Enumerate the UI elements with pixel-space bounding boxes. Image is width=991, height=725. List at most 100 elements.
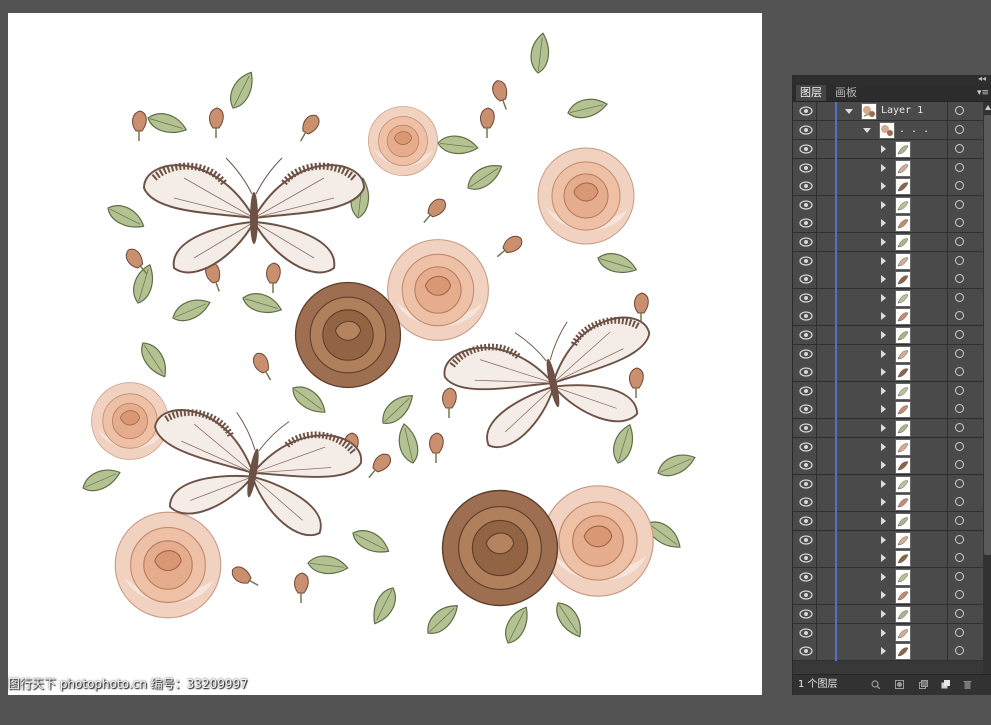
- target-circle-icon[interactable]: [955, 292, 964, 302]
- target-circle-icon[interactable]: [955, 478, 964, 488]
- target-circle-icon[interactable]: [955, 330, 964, 339]
- expand-arrow-icon[interactable]: [881, 312, 886, 321]
- expand-arrow-icon[interactable]: [881, 145, 886, 153]
- target-circle-icon[interactable]: [955, 199, 964, 209]
- lock-toggle[interactable]: [816, 437, 836, 456]
- expand-arrow-icon[interactable]: [881, 424, 886, 432]
- sublayer-row[interactable]: [793, 233, 983, 252]
- lock-toggle[interactable]: [816, 233, 836, 251]
- eye-icon[interactable]: [799, 366, 813, 378]
- target-circle-icon[interactable]: [955, 571, 964, 581]
- tab-layers[interactable]: 图层: [796, 85, 826, 101]
- sublayer-row[interactable]: [793, 605, 983, 624]
- eye-icon[interactable]: [799, 162, 813, 174]
- lock-toggle[interactable]: [816, 214, 836, 233]
- eye-icon[interactable]: [799, 441, 813, 453]
- double-chevron-icon[interactable]: ◂◂: [978, 74, 986, 83]
- sublayer-row[interactable]: [793, 623, 983, 643]
- sublayer-row[interactable]: [793, 437, 983, 457]
- sublayer-row[interactable]: [793, 177, 983, 197]
- target-circle-icon[interactable]: [955, 218, 964, 228]
- eye-icon[interactable]: [799, 645, 813, 657]
- lock-toggle[interactable]: [816, 121, 836, 139]
- target-circle-icon[interactable]: [955, 441, 964, 451]
- lock-toggle[interactable]: [816, 158, 836, 177]
- lock-toggle[interactable]: [816, 363, 836, 382]
- expand-arrow-icon[interactable]: [881, 256, 886, 265]
- expand-arrow-icon[interactable]: [881, 517, 886, 525]
- lock-toggle[interactable]: [816, 381, 836, 400]
- eye-icon[interactable]: [799, 552, 813, 564]
- eye-icon[interactable]: [799, 627, 813, 639]
- lock-toggle[interactable]: [816, 251, 836, 270]
- target-circle-icon[interactable]: [955, 144, 964, 153]
- sublayer-row[interactable]: [793, 474, 983, 494]
- target-circle-icon[interactable]: [955, 497, 964, 507]
- target-circle-icon[interactable]: [955, 311, 964, 321]
- lock-toggle[interactable]: [816, 605, 836, 623]
- target-circle-icon[interactable]: [955, 125, 964, 134]
- layer-name[interactable]: Layer 1: [881, 102, 923, 120]
- target-circle-icon[interactable]: [955, 367, 964, 377]
- target-circle-icon[interactable]: [955, 348, 964, 358]
- lock-toggle[interactable]: [816, 456, 836, 475]
- target-circle-icon[interactable]: [955, 423, 964, 432]
- target-circle-icon[interactable]: [955, 516, 964, 525]
- eye-icon[interactable]: [799, 217, 813, 229]
- lock-toggle[interactable]: [816, 140, 836, 158]
- eye-icon[interactable]: [799, 180, 813, 192]
- expand-arrow-icon[interactable]: [881, 238, 886, 246]
- group-name[interactable]: . . .: [899, 121, 929, 139]
- sublayer-row[interactable]: [793, 567, 983, 587]
- eye-icon[interactable]: [799, 608, 813, 620]
- sublayer-row[interactable]: [793, 363, 983, 383]
- lock-toggle[interactable]: [816, 288, 836, 307]
- expand-arrow-icon[interactable]: [881, 182, 886, 191]
- group-row[interactable]: . . .: [793, 121, 983, 140]
- panel-titlebar[interactable]: ◂◂: [793, 74, 991, 85]
- sublayer-row[interactable]: [793, 344, 983, 364]
- target-circle-icon[interactable]: [955, 181, 964, 191]
- sublayer-row[interactable]: [793, 288, 983, 308]
- expand-arrow-icon[interactable]: [881, 461, 886, 470]
- eye-icon[interactable]: [799, 199, 813, 211]
- eye-icon[interactable]: [799, 310, 813, 322]
- lock-toggle[interactable]: [816, 512, 836, 530]
- eye-icon[interactable]: [799, 496, 813, 508]
- eye-icon[interactable]: [799, 255, 813, 267]
- lock-toggle[interactable]: [816, 102, 836, 120]
- lock-toggle[interactable]: [816, 177, 836, 196]
- target-circle-icon[interactable]: [955, 590, 964, 600]
- expand-arrow-icon[interactable]: [881, 535, 886, 544]
- scrollbar-thumb[interactable]: [984, 115, 991, 555]
- lock-toggle[interactable]: [816, 195, 836, 214]
- expand-arrow-icon[interactable]: [881, 368, 886, 377]
- target-circle-icon[interactable]: [955, 609, 964, 618]
- sublayer-row[interactable]: [793, 140, 983, 159]
- sublayer-row[interactable]: [793, 270, 983, 290]
- expand-arrow-icon[interactable]: [881, 386, 886, 395]
- eye-icon[interactable]: [799, 515, 813, 527]
- lock-toggle[interactable]: [816, 567, 836, 586]
- expand-arrow-icon[interactable]: [881, 610, 886, 618]
- lock-toggle[interactable]: [816, 493, 836, 512]
- target-circle-icon[interactable]: [955, 237, 964, 246]
- eye-icon[interactable]: [799, 534, 813, 546]
- sublayer-row[interactable]: [793, 251, 983, 271]
- eye-icon[interactable]: [799, 385, 813, 397]
- target-circle-icon[interactable]: [955, 553, 964, 563]
- sublayer-row[interactable]: [793, 530, 983, 550]
- expand-arrow-icon[interactable]: [881, 163, 886, 172]
- sublayer-row[interactable]: [793, 214, 983, 234]
- target-circle-icon[interactable]: [955, 255, 964, 265]
- target-circle-icon[interactable]: [955, 162, 964, 172]
- expand-arrow-icon[interactable]: [881, 498, 886, 507]
- target-circle-icon[interactable]: [955, 106, 964, 115]
- target-circle-icon[interactable]: [955, 534, 964, 544]
- lock-toggle[interactable]: [816, 530, 836, 549]
- eye-icon[interactable]: [799, 459, 813, 471]
- expand-arrow-icon[interactable]: [881, 572, 886, 581]
- eye-icon[interactable]: [799, 329, 813, 341]
- sublayer-row[interactable]: [793, 419, 983, 438]
- layer-list[interactable]: Layer 1 . . .: [793, 102, 983, 725]
